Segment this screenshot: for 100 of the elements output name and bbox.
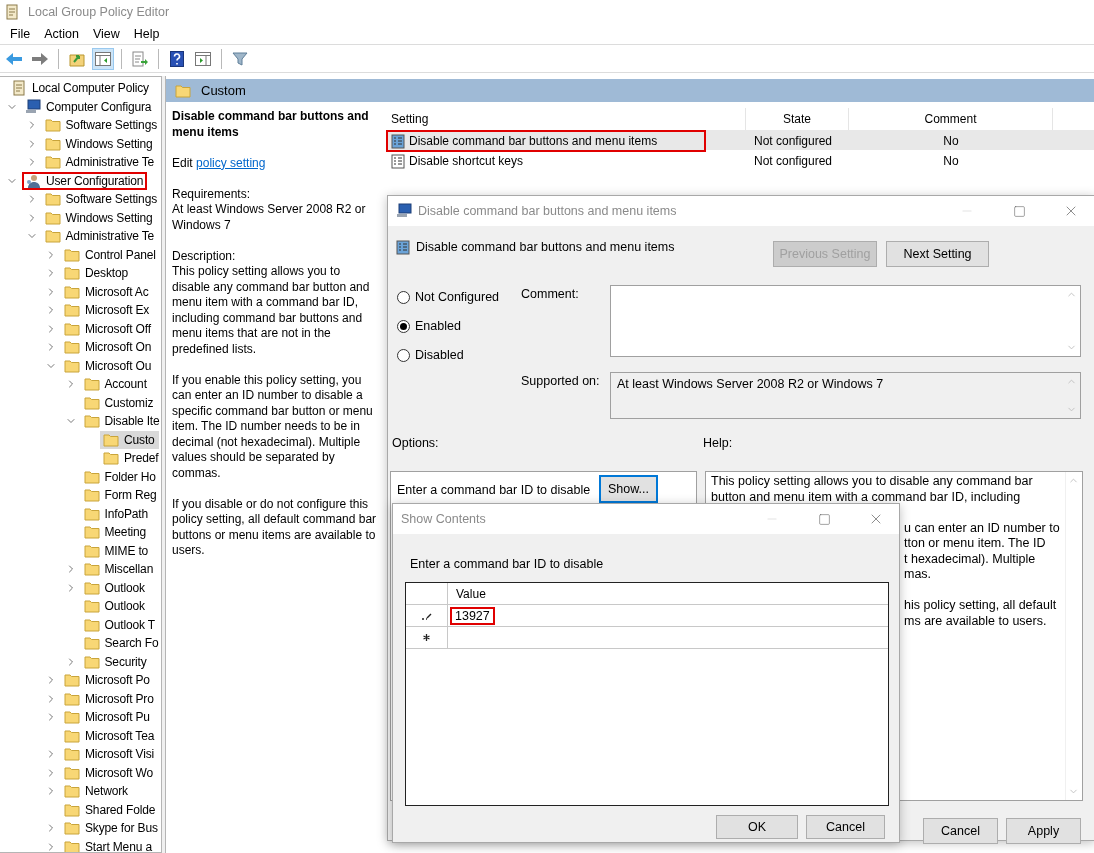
folder-icon: [44, 155, 61, 170]
tree-item[interactable]: Search Fo: [80, 634, 161, 653]
radio-option[interactable]: Enabled: [397, 317, 521, 335]
tree-item[interactable]: Microsoft Visi: [61, 745, 159, 764]
tree-item[interactable]: Customiz: [80, 393, 158, 412]
dialog-button[interactable]: Cancel: [923, 818, 998, 844]
description-label: Description:: [172, 248, 237, 264]
tree-item[interactable]: Software Settings: [41, 190, 161, 209]
tree-item[interactable]: Start Menu a: [61, 837, 156, 852]
radio-circle[interactable]: [397, 290, 410, 304]
folder-icon: [44, 210, 61, 225]
radio-circle[interactable]: [397, 348, 410, 362]
back-arrow-icon: [5, 51, 23, 66]
tree-item[interactable]: Outlook: [80, 597, 149, 616]
maximize-icon: [1012, 204, 1026, 218]
tree-item[interactable]: Software Settings: [41, 116, 161, 135]
tree-item[interactable]: Outlook T: [80, 615, 159, 634]
tree-item[interactable]: Form Reg: [80, 486, 161, 505]
tree-item[interactable]: Network: [61, 782, 132, 801]
tree-item[interactable]: Windows Setting: [41, 208, 157, 227]
option-label: Enter a command bar ID to disable: [397, 482, 591, 497]
setting-icon: [391, 153, 405, 169]
policy-title: Disable command bar buttons and menu items: [172, 109, 370, 140]
tree-item[interactable]: InfoPath: [80, 504, 152, 523]
tree-item[interactable]: Disable Ite: [80, 412, 161, 431]
folder-icon: [64, 691, 80, 706]
tree-item[interactable]: Custo: [100, 430, 159, 449]
folder-icon: [175, 83, 191, 98]
folder-icon: [83, 580, 100, 595]
show-button[interactable]: Show...: [600, 476, 657, 502]
window-title: Local Group Policy Editor: [28, 5, 170, 19]
policy-setting-link[interactable]: policy setting: [196, 155, 266, 170]
tree-item[interactable]: Microsoft Pro: [61, 689, 158, 708]
column-header[interactable]: Value: [448, 583, 888, 604]
menu-item[interactable]: View: [85, 24, 127, 44]
folder-icon: [64, 784, 80, 799]
tree-item[interactable]: Outlook: [80, 578, 149, 597]
radio-option[interactable]: Not Configured: [397, 288, 521, 306]
dialog-button[interactable]: Cancel: [806, 815, 885, 839]
folder-icon: [83, 636, 100, 651]
tree-item[interactable]: Microsoft On: [61, 338, 156, 357]
help-label: Help:: [703, 435, 734, 450]
value-cell[interactable]: 13927: [448, 605, 888, 626]
help-text: This policy setting allows you to disable any command bar button and menu item with a command bar ID, including: [711, 474, 1034, 505]
dialog-title: Disable command bar buttons and menu items: [418, 204, 678, 218]
folder-icon: [44, 136, 61, 151]
comment-field[interactable]: [610, 285, 1081, 357]
tree-item[interactable]: Microsoft Wo: [61, 763, 157, 782]
dialog-button[interactable]: Apply: [1006, 818, 1081, 844]
folder-icon: [64, 358, 80, 373]
user-icon: [25, 172, 41, 189]
state-cell-text: Not configured: [753, 154, 834, 168]
tree-item[interactable]: Computer Configura: [22, 97, 156, 116]
properties-icon: [195, 51, 211, 66]
tree-item[interactable]: Miscellan: [80, 560, 158, 579]
tree-item[interactable]: User Configuration: [22, 171, 148, 190]
tree-item[interactable]: Microsoft Po: [61, 671, 154, 690]
tree-item[interactable]: Microsoft Ex: [61, 301, 154, 320]
folder-icon: [64, 266, 80, 281]
tree-item[interactable]: Microsoft Pu: [61, 708, 154, 727]
description-paragraph: If you disable or do not configure this policy setting, all default command bar buttons or menu items are available to users.: [172, 496, 378, 559]
folder-icon: [83, 377, 100, 392]
help-icon: [170, 50, 184, 67]
tree-item[interactable]: Skype for Bus: [61, 819, 161, 838]
radio-option[interactable]: Disabled: [397, 346, 521, 364]
setting-row[interactable]: Disable command bar buttons and menu items Not configured No: [386, 130, 1094, 150]
tree-item[interactable]: Windows Setting: [41, 134, 157, 153]
folder-icon: [64, 728, 80, 743]
tree-item[interactable]: Desktop: [61, 264, 132, 283]
folder-icon: [64, 673, 80, 688]
tree-item[interactable]: Administrative Te: [41, 227, 159, 246]
menu-item[interactable]: Action: [37, 24, 86, 44]
tree-item[interactable]: Security: [80, 652, 151, 671]
tree-item[interactable]: Folder Ho: [80, 467, 160, 486]
radio-circle[interactable]: [397, 319, 410, 333]
folder-icon: [83, 562, 100, 577]
tree-item[interactable]: Microsoft Tea: [61, 726, 159, 745]
tree-item[interactable]: Microsoft Off: [61, 319, 155, 338]
dialog-button[interactable]: OK: [716, 815, 798, 839]
folder-icon: [83, 543, 100, 558]
tree-item[interactable]: Meeting: [80, 523, 151, 542]
tree-item[interactable]: Local Computer Policy: [8, 79, 153, 98]
tree-item[interactable]: Microsoft Ou: [61, 356, 156, 375]
tree-item[interactable]: Microsoft Ac: [61, 282, 153, 301]
folder-icon: [83, 617, 100, 632]
tree-item[interactable]: Administrative Te: [41, 153, 159, 172]
tree-item[interactable]: Account: [80, 375, 151, 394]
menu-item[interactable]: Help: [126, 24, 167, 44]
folder-icon: [64, 710, 80, 725]
menu-item[interactable]: File: [3, 24, 38, 44]
setting-row[interactable]: Disable shortcut keys Not configured No: [386, 150, 1094, 170]
tree-item[interactable]: MIME to: [80, 541, 153, 560]
forward-arrow-icon: [31, 51, 49, 66]
tree-item[interactable]: Predef: [100, 449, 161, 468]
folder-icon: [83, 525, 100, 540]
highlighted-value: 13927: [450, 606, 495, 625]
dialog-heading: Disable command bar buttons and menu items: [416, 240, 676, 254]
nav-button[interactable]: Next Setting: [886, 241, 989, 267]
tree-item[interactable]: Shared Folde: [61, 800, 160, 819]
tree-item[interactable]: Control Panel: [61, 245, 160, 264]
